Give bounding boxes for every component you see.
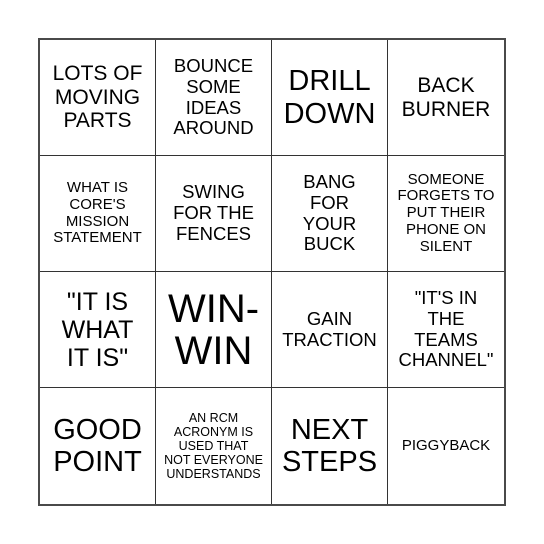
bingo-cell[interactable]: BACK BURNER [388,40,504,156]
bingo-cell[interactable]: "IT IS WHAT IT IS" [40,272,156,388]
bingo-cell[interactable]: AN RCM ACRONYM IS USED THAT NOT EVERYONE… [156,388,272,504]
bingo-cell[interactable]: WHAT IS CORE'S MISSION STATEMENT [40,156,156,272]
bingo-cell[interactable]: SWING FOR THE FENCES [156,156,272,272]
bingo-cell[interactable]: PIGGYBACK [388,388,504,504]
bingo-cell[interactable]: WIN- WIN [156,272,272,388]
bingo-cell[interactable]: LOTS OF MOVING PARTS [40,40,156,156]
bingo-cell[interactable]: GAIN TRACTION [272,272,388,388]
bingo-cell[interactable]: NEXT STEPS [272,388,388,504]
bingo-cell[interactable]: BANG FOR YOUR BUCK [272,156,388,272]
bingo-cell[interactable]: DRILL DOWN [272,40,388,156]
bingo-cell[interactable]: SOMEONE FORGETS TO PUT THEIR PHONE ON SI… [388,156,504,272]
bingo-cell[interactable]: BOUNCE SOME IDEAS AROUND [156,40,272,156]
bingo-cell[interactable]: "IT'S IN THE TEAMS CHANNEL" [388,272,504,388]
bingo-board: LOTS OF MOVING PARTS BOUNCE SOME IDEAS A… [38,38,506,506]
bingo-cell[interactable]: GOOD POINT [40,388,156,504]
